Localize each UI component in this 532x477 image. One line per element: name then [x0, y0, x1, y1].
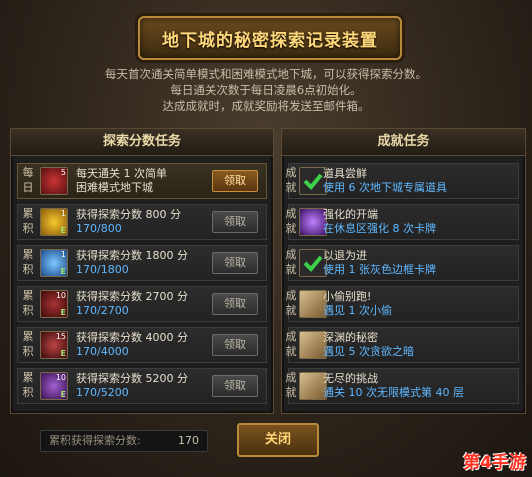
achievement-tag: 成就	[285, 289, 297, 317]
achievement-desc: 通关 10 次无限模式第 40 层	[323, 386, 464, 399]
page-title: 地下城的秘密探索记录装置	[162, 30, 378, 51]
achievement-header: 成就任务	[282, 129, 525, 156]
task-desc: 每天通关 1 次简单	[76, 167, 167, 180]
achievement-title: 道具尝鲜	[323, 167, 367, 180]
icon-count: 15	[55, 332, 66, 341]
title-banner: 地下城的秘密探索记录装置	[138, 16, 402, 60]
claim-button[interactable]: 领取	[212, 252, 258, 274]
achievement-tag: 成就	[285, 166, 297, 194]
task-desc: 获得探索分数 2700 分	[76, 290, 188, 303]
task-row: 累积 1 E 获得探索分数 1800 分 170/1800 领取	[17, 245, 267, 281]
task-tag: 累积	[22, 330, 34, 358]
task-row: 每日 5 每天通关 1 次简单 困难模式地下城 领取	[17, 163, 267, 199]
task-tag: 累积	[22, 371, 34, 399]
achievement-row: 成就 小偷别跑! 遇见 1 次小偷	[286, 286, 519, 322]
achievement-title: 深渊的秘密	[323, 331, 378, 344]
task-tag: 每日	[22, 166, 34, 194]
achievement-tag: 成就	[285, 330, 297, 358]
achievement-title: 无尽的挑战	[323, 372, 378, 385]
task-row: 累积 15 E 获得探索分数 4000 分 170/4000 领取	[17, 327, 267, 363]
icon-count: 1	[60, 250, 66, 259]
achievement-desc: 遇见 5 次贪欲之暗	[323, 345, 414, 358]
task-desc: 获得探索分数 800 分	[76, 208, 181, 221]
task-progress: 170/1800	[76, 263, 129, 276]
close-button[interactable]: 关闭	[237, 423, 319, 457]
task-desc: 获得探索分数 5200 分	[76, 372, 188, 385]
task-progress: 170/4000	[76, 345, 129, 358]
achievement-row: 成就 道具尝鲜 使用 6 次地下城专属道具	[286, 163, 519, 199]
achievement-desc: 在休息区强化 8 次卡牌	[323, 222, 436, 235]
watermark: 第4手游	[463, 453, 526, 473]
claim-button[interactable]: 领取	[212, 375, 258, 397]
achievement-tag: 成就	[285, 371, 297, 399]
sword-icon: 5	[40, 167, 68, 195]
achievement-tag: 成就	[285, 248, 297, 276]
task-row: 累积 10 E 获得探索分数 2700 分 170/2700 领取	[17, 286, 267, 322]
weapon-icon: 10 E	[40, 372, 68, 400]
achievement-desc: 使用 1 张灰色边框卡牌	[323, 263, 436, 276]
task-tag: 累积	[22, 289, 34, 317]
achievement-row: 成就 强化的开端 在休息区强化 8 次卡牌	[286, 204, 519, 240]
score-value: 170	[178, 434, 199, 447]
achievement-title: 小偷别跑!	[323, 290, 372, 303]
achievement-panel: 成就任务 成就 道具尝鲜 使用 6 次地下城专属道具 成就 强化的开端 在休息区…	[281, 128, 526, 414]
achievement-title: 强化的开端	[323, 208, 378, 221]
achievement-title: 以退为进	[323, 249, 367, 262]
achievement-row: 成就 深渊的秘密 遇见 5 次贪欲之暗	[286, 327, 519, 363]
score-task-header: 探索分数任务	[11, 129, 273, 156]
icon-count: 10	[55, 291, 66, 300]
achievement-row: 成就 以退为进 使用 1 张灰色边框卡牌	[286, 245, 519, 281]
task-progress: 170/2700	[76, 304, 129, 317]
intro-line: 达成成就时，成就奖励将发送至邮件箱。	[162, 99, 370, 113]
task-desc: 获得探索分数 1800 分	[76, 249, 188, 262]
claim-button[interactable]: 领取	[212, 293, 258, 315]
task-tag: 累积	[22, 207, 34, 235]
intro-text: 每天首次通关简单模式和困难模式地下城，可以获得探索分数。 每日通关次数于每日凌晨…	[0, 66, 532, 114]
achievement-desc: 遇见 1 次小偷	[323, 304, 392, 317]
claim-button[interactable]: 领取	[212, 170, 258, 192]
weapon-icon: 10 E	[40, 290, 68, 318]
task-progress: 170/5200	[76, 386, 129, 399]
task-row: 累积 1 E 获得探索分数 800 分 170/800 领取	[17, 204, 267, 240]
intro-line: 每日通关次数于每日凌晨6点初始化。	[170, 83, 362, 97]
task-tag: 累积	[22, 248, 34, 276]
intro-line: 每天首次通关简单模式和困难模式地下城，可以获得探索分数。	[105, 67, 427, 81]
achievement-tag: 成就	[285, 207, 297, 235]
task-row: 累积 10 E 获得探索分数 5200 分 170/5200 领取	[17, 368, 267, 404]
task-progress: 170/800	[76, 222, 122, 235]
icon-count: 5	[60, 168, 66, 177]
gift-icon: 1 E	[40, 249, 68, 277]
gold-icon: 1 E	[40, 208, 68, 236]
score-display: 累积获得探索分数: 170	[40, 430, 208, 452]
icon-count: 1	[60, 209, 66, 218]
score-task-panel: 探索分数任务 每日 5 每天通关 1 次简单 困难模式地下城 领取 累积 1 E…	[10, 128, 274, 414]
claim-button[interactable]: 领取	[212, 334, 258, 356]
achievement-row: 成就 无尽的挑战 通关 10 次无限模式第 40 层	[286, 368, 519, 404]
achievement-desc: 使用 6 次地下城专属道具	[323, 181, 447, 194]
icon-count: 10	[55, 373, 66, 382]
task-desc: 获得探索分数 4000 分	[76, 331, 188, 344]
task-desc-2: 困难模式地下城	[76, 181, 153, 194]
weapon-icon: 15 E	[40, 331, 68, 359]
score-label: 累积获得探索分数:	[49, 434, 141, 447]
claim-button[interactable]: 领取	[212, 211, 258, 233]
